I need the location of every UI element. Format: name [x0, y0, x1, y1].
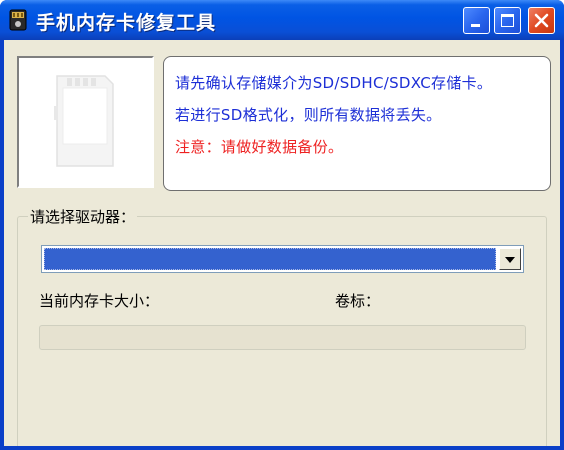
minimize-button[interactable] [463, 7, 490, 34]
dialog-client-area: 请先确认存储媒介为SD/SDHC/SDXC存储卡。 若进行SD格式化，则所有数据… [4, 40, 560, 446]
minimize-icon [471, 24, 480, 27]
drive-select-dropdown-button[interactable] [499, 248, 521, 270]
maximize-button[interactable] [494, 7, 521, 34]
volume-label-label: 卷标： [335, 292, 381, 310]
drive-groupbox-label: 请选择驱动器： [28, 206, 138, 227]
window-title: 手机内存卡修复工具 [36, 12, 217, 34]
close-icon [534, 13, 549, 28]
card-size-label: 当前内存卡大小： [39, 292, 160, 310]
app-window: 手机内存卡修复工具 请先确认存储媒介为SD/SDHC/SDXC存储卡。 若进行S… [0, 0, 564, 450]
maximize-icon [501, 14, 514, 27]
info-message-box: 请先确认存储媒介为SD/SDHC/SDXC存储卡。 若进行SD格式化，则所有数据… [163, 56, 551, 191]
close-button[interactable] [528, 7, 555, 34]
info-line-data-loss-warning: 若进行SD格式化，则所有数据将丢失。 [175, 106, 442, 124]
drive-select-value [44, 248, 496, 270]
sd-card-image-frame [17, 56, 154, 188]
format-progress-bar [39, 325, 526, 350]
app-icon [9, 9, 27, 31]
drive-select[interactable] [41, 245, 524, 273]
chevron-down-icon [505, 257, 515, 263]
sd-card-icon [54, 75, 114, 167]
title-bar[interactable]: 手机内存卡修复工具 [0, 0, 564, 40]
info-line-backup-notice: 注意：请做好数据备份。 [175, 138, 344, 156]
info-line-storage-type: 请先确认存储媒介为SD/SDHC/SDXC存储卡。 [175, 74, 493, 92]
